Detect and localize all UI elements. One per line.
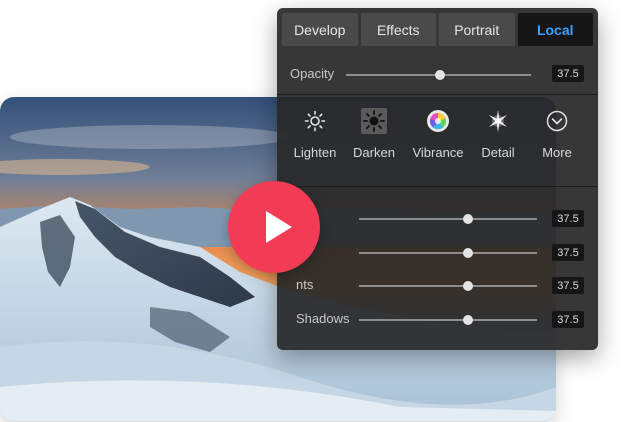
panel-tabs: Develop Effects Portrait Local [282, 13, 593, 46]
sun-outline-icon [285, 108, 345, 134]
tool-row: Lighten Darken Vibrance Detail More [287, 108, 587, 168]
color-wheel-icon [408, 108, 468, 134]
slider-track[interactable] [359, 214, 537, 224]
slider-value: 37.5 [552, 244, 584, 261]
tab-local[interactable]: Local [517, 13, 593, 46]
slider-value: 37.5 [552, 210, 584, 227]
sun-filled-icon [344, 108, 404, 134]
slider-track[interactable] [359, 281, 537, 291]
tool-vibrance-label: Vibrance [412, 145, 464, 160]
sparkle-icon [468, 108, 528, 134]
slider-value: 37.5 [552, 277, 584, 294]
play-button[interactable] [228, 181, 320, 273]
slider-track[interactable] [359, 248, 537, 258]
chevron-down-circle-icon [527, 108, 587, 134]
divider [277, 186, 598, 187]
tool-detail[interactable]: Detail [468, 108, 528, 160]
tool-lighten-label: Lighten [293, 145, 337, 160]
tool-darken-label: Darken [353, 145, 395, 160]
shadows-slider-track[interactable] [359, 315, 537, 325]
tool-more-label: More [542, 145, 572, 160]
slider-handle[interactable] [462, 281, 473, 291]
slider-handle[interactable] [462, 248, 473, 258]
opacity-label: Opacity [290, 66, 335, 81]
tool-more[interactable]: More [527, 108, 587, 160]
slider-handle[interactable] [462, 214, 473, 224]
tool-darken[interactable]: Darken [344, 108, 404, 160]
tool-detail-label: Detail [481, 145, 515, 160]
shadows-value: 37.5 [552, 311, 584, 328]
opacity-value: 37.5 [552, 65, 584, 82]
tab-develop[interactable]: Develop [282, 13, 358, 46]
local-adjustments-panel: Develop Effects Portrait Local Opacity 3… [277, 8, 598, 350]
tool-vibrance[interactable]: Vibrance [408, 108, 468, 160]
shadows-label: Shadows [296, 311, 350, 326]
slider-label: nts [296, 277, 314, 292]
play-icon [266, 211, 292, 243]
tab-portrait[interactable]: Portrait [439, 13, 515, 46]
opacity-slider-track[interactable] [346, 70, 531, 80]
opacity-slider-handle[interactable] [435, 70, 446, 80]
tool-lighten[interactable]: Lighten [285, 108, 345, 160]
shadows-slider-handle[interactable] [462, 315, 473, 325]
tab-effects[interactable]: Effects [360, 13, 436, 46]
divider [277, 94, 598, 95]
